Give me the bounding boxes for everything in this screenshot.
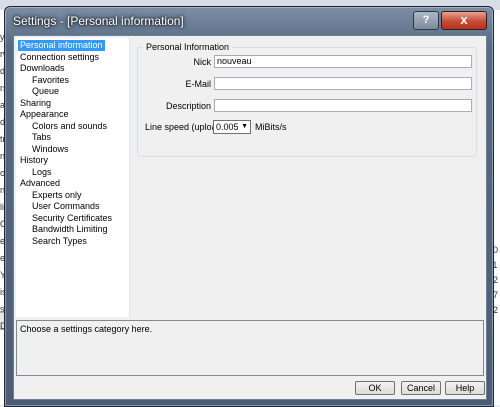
tree-item[interactable]: Personal information	[18, 40, 105, 51]
tree-item[interactable]: Sharing	[18, 98, 53, 109]
tree-item[interactable]: Favorites	[30, 75, 71, 86]
settings-category-tree[interactable]: Personal information Connection settings D…	[16, 38, 130, 317]
personal-information-group: Personal Information Nick E-Mail Descrip…	[137, 42, 477, 157]
tree-item[interactable]: Logs	[30, 167, 54, 178]
tree-item[interactable]: Windows	[30, 144, 71, 155]
tree-item[interactable]: Experts only	[30, 190, 84, 201]
category-description-text: Choose a settings category here.	[20, 324, 153, 334]
tree-item[interactable]: Appearance	[18, 109, 71, 120]
line-speed-value: 0.005	[216, 122, 239, 132]
description-label: Description	[165, 101, 211, 111]
nick-field[interactable]	[214, 55, 472, 68]
tree-item[interactable]: Advanced	[18, 178, 62, 189]
description-field[interactable]	[214, 99, 472, 112]
settings-dialog: Settings - [Personal information] ? x Pe…	[4, 6, 494, 407]
help-title-button[interactable]: ?	[413, 11, 439, 30]
category-description-area: Choose a settings category here.	[16, 320, 484, 376]
dialog-client-area: Personal information Connection settings D…	[13, 35, 487, 400]
tree-item[interactable]: Queue	[30, 86, 61, 97]
line-speed-unit: MiBits/s	[255, 122, 287, 132]
ok-button[interactable]: OK	[355, 381, 395, 395]
tree-item[interactable]: Search Types	[30, 236, 89, 247]
nick-label: Nick	[193, 57, 212, 67]
question-icon: ?	[422, 14, 430, 26]
personal-information-page: Personal Information Nick E-Mail Descrip…	[131, 38, 484, 317]
tree-item[interactable]: Colors and sounds	[30, 121, 109, 132]
title-bar[interactable]: Settings - [Personal information] ? x	[5, 7, 493, 33]
close-icon: x	[460, 12, 468, 27]
tree-item[interactable]: User Commands	[30, 201, 102, 212]
group-title: Personal Information	[143, 42, 233, 52]
help-button[interactable]: Help	[445, 381, 485, 395]
email-label: E-Mail	[185, 79, 211, 89]
tree-item[interactable]: Connection settings	[18, 52, 101, 63]
tree-item[interactable]: Bandwidth Limiting	[30, 224, 110, 235]
tree-item[interactable]: History	[18, 155, 50, 166]
chevron-down-icon: ▼	[241, 123, 248, 130]
line-speed-select[interactable]: 0.005 ▼	[213, 120, 251, 134]
close-button[interactable]: x	[441, 11, 487, 30]
email-field[interactable]	[214, 77, 472, 90]
tree-item[interactable]: Downloads	[18, 63, 67, 74]
cancel-button[interactable]: Cancel	[401, 381, 441, 395]
window-title: Settings - [Personal information]	[13, 14, 184, 28]
tree-item[interactable]: Security Certificates	[30, 213, 114, 224]
tree-item[interactable]: Tabs	[30, 132, 53, 143]
